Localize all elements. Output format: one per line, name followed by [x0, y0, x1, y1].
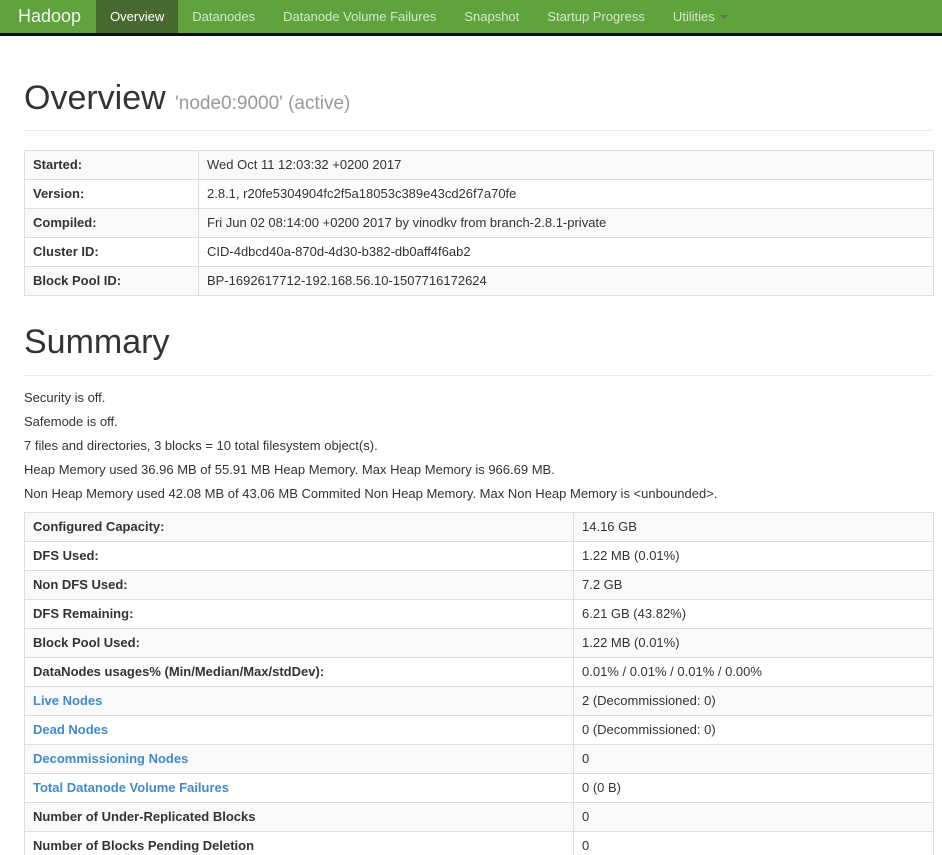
main-content: Overview 'node0:9000' (active) Started: …: [0, 36, 942, 855]
summary-label-blocks-pending-deletion: Number of Blocks Pending Deletion: [24, 830, 574, 855]
summary-value-blocks-pending-deletion: 0: [573, 830, 934, 855]
info-value-version: 2.8.1, r20fe5304904fc2f5a18053c389e43cd2…: [198, 179, 934, 210]
nav-item-startup-progress[interactable]: Startup Progress: [533, 0, 659, 33]
heap-memory-status: Heap Memory used 36.96 MB of 55.91 MB He…: [24, 461, 555, 477]
nav-item-overview[interactable]: Overview: [96, 0, 179, 33]
table-row: Decommissioning Nodes 0: [24, 743, 934, 774]
top-navbar: Hadoop Overview Datanodes Datanode Volum…: [0, 0, 942, 36]
table-row: DFS Remaining: 6.21 GB (43.82%): [24, 598, 934, 629]
nav-item-datanodes[interactable]: Datanodes: [178, 0, 269, 33]
summary-value-non-dfs-used: 7.2 GB: [573, 569, 934, 600]
summary-label-under-replicated-blocks: Number of Under-Replicated Blocks: [24, 801, 574, 832]
summary-label-configured-capacity: Configured Capacity:: [24, 511, 574, 542]
summary-value-configured-capacity: 14.16 GB: [573, 511, 934, 542]
info-label-cluster-id: Cluster ID:: [24, 237, 199, 268]
chevron-down-icon: [719, 14, 728, 19]
dead-nodes-link[interactable]: Dead Nodes: [33, 722, 108, 737]
info-value-started: Wed Oct 11 12:03:32 +0200 2017: [198, 150, 934, 181]
summary-value-decommissioning-nodes: 0: [573, 743, 934, 774]
summary-value-block-pool-used: 1.22 MB (0.01%): [573, 627, 934, 658]
summary-value-dfs-remaining: 6.21 GB (43.82%): [573, 598, 934, 629]
table-row: Non DFS Used: 7.2 GB: [24, 569, 934, 600]
decommissioning-nodes-link[interactable]: Decommissioning Nodes: [33, 751, 188, 766]
summary-status-text: Security is off. Safemode is off. 7 file…: [24, 389, 934, 502]
table-row: Compiled: Fri Jun 02 08:14:00 +0200 2017…: [24, 208, 934, 239]
info-value-cluster-id: CID-4dbcd40a-870d-4d30-b382-db0aff4f6ab2: [198, 237, 934, 268]
summary-label-non-dfs-used: Non DFS Used:: [24, 569, 574, 600]
page-title: Overview 'node0:9000' (active): [24, 79, 934, 117]
nav-item-snapshot[interactable]: Snapshot: [450, 0, 533, 33]
non-heap-memory-status: Non Heap Memory used 42.08 MB of 43.06 M…: [24, 485, 718, 501]
page-subtitle: 'node0:9000' (active): [175, 93, 351, 114]
summary-label-datanodes-usages: DataNodes usages% (Min/Median/Max/stdDev…: [24, 656, 574, 687]
summary-value-dead-nodes: 0 (Decommissioned: 0): [573, 714, 934, 745]
table-row: Block Pool Used: 1.22 MB (0.01%): [24, 627, 934, 658]
table-row: Total Datanode Volume Failures 0 (0 B): [24, 772, 934, 803]
info-label-compiled: Compiled:: [24, 208, 199, 239]
info-label-started: Started:: [24, 150, 199, 181]
security-status: Security is off.: [24, 389, 106, 405]
summary-value-datanodes-usages: 0.01% / 0.01% / 0.01% / 0.00%: [573, 656, 934, 687]
table-row: Started: Wed Oct 11 12:03:32 +0200 2017: [24, 150, 934, 181]
live-nodes-link[interactable]: Live Nodes: [33, 693, 102, 708]
summary-label-block-pool-used: Block Pool Used:: [24, 627, 574, 658]
nav-item-utilities-dropdown[interactable]: Utilities: [659, 0, 742, 33]
brand-link[interactable]: Hadoop: [0, 0, 96, 33]
summary-label-dfs-used: DFS Used:: [24, 540, 574, 571]
info-value-compiled: Fri Jun 02 08:14:00 +0200 2017 by vinodk…: [198, 208, 934, 239]
summary-value-volume-failures: 0 (0 B): [573, 772, 934, 803]
table-row: Dead Nodes 0 (Decommissioned: 0): [24, 714, 934, 745]
filesystem-objects-status: 7 files and directories, 3 blocks = 10 t…: [24, 437, 378, 453]
info-label-version: Version:: [24, 179, 199, 210]
table-row: Cluster ID: CID-4dbcd40a-870d-4d30-b382-…: [24, 237, 934, 268]
nav-item-utilities-label: Utilities: [672, 9, 715, 24]
table-row: Number of Blocks Pending Deletion 0: [24, 830, 934, 855]
summary-value-under-replicated-blocks: 0: [573, 801, 934, 832]
table-row: Version: 2.8.1, r20fe5304904fc2f5a18053c…: [24, 179, 934, 210]
table-row: Configured Capacity: 14.16 GB: [24, 511, 934, 542]
summary-title: Summary: [24, 323, 170, 362]
summary-value-live-nodes: 2 (Decommissioned: 0): [573, 685, 934, 716]
total-datanode-volume-failures-link[interactable]: Total Datanode Volume Failures: [33, 780, 229, 795]
table-row: Block Pool ID: BP-1692617712-192.168.56.…: [24, 266, 934, 297]
safemode-status: Safemode is off.: [24, 413, 118, 429]
navbar-menu: Overview Datanodes Datanode Volume Failu…: [96, 0, 742, 33]
summary-table: Configured Capacity: 14.16 GB DFS Used: …: [24, 511, 934, 855]
table-row: DataNodes usages% (Min/Median/Max/stdDev…: [24, 656, 934, 687]
summary-label-dfs-remaining: DFS Remaining:: [24, 598, 574, 629]
nav-item-datanode-volume-failures[interactable]: Datanode Volume Failures: [269, 0, 450, 33]
overview-page-header: Overview 'node0:9000' (active): [24, 79, 934, 132]
summary-value-dfs-used: 1.22 MB (0.01%): [573, 540, 934, 571]
info-value-block-pool-id: BP-1692617712-192.168.56.10-150771617262…: [198, 266, 934, 297]
page-title-text: Overview: [24, 79, 166, 117]
table-row: Live Nodes 2 (Decommissioned: 0): [24, 685, 934, 716]
table-row: DFS Used: 1.22 MB (0.01%): [24, 540, 934, 571]
overview-info-table: Started: Wed Oct 11 12:03:32 +0200 2017 …: [24, 150, 934, 297]
info-label-block-pool-id: Block Pool ID:: [24, 266, 199, 297]
table-row: Number of Under-Replicated Blocks 0: [24, 801, 934, 832]
summary-page-header: Summary: [24, 323, 934, 376]
